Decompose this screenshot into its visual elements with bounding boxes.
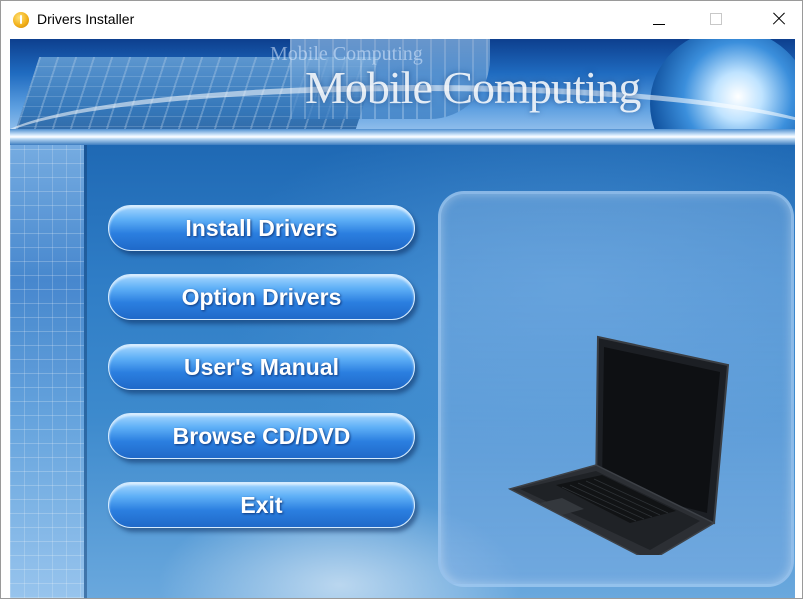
minimize-button[interactable] bbox=[635, 1, 681, 39]
maximize-button[interactable] bbox=[693, 1, 739, 39]
exit-label: Exit bbox=[240, 492, 283, 518]
drivers-installer-window: Drivers Installer Mobile Computing Mobil… bbox=[0, 0, 803, 599]
install-drivers-label: Install Drivers bbox=[185, 215, 338, 241]
users-manual-button[interactable]: User's Manual bbox=[108, 344, 415, 390]
laptop-image bbox=[507, 335, 730, 555]
browse-cd-dvd-button[interactable]: Browse CD/DVD bbox=[108, 413, 415, 459]
option-drivers-label: Option Drivers bbox=[181, 284, 342, 310]
banner-separator bbox=[10, 129, 795, 145]
close-button[interactable] bbox=[755, 1, 801, 39]
install-drivers-button[interactable]: Install Drivers bbox=[108, 205, 415, 251]
banner-logo-text: Mobile Computing bbox=[305, 62, 641, 113]
header-banner: Mobile Computing Mobile Computing bbox=[10, 39, 795, 137]
exit-button[interactable]: Exit bbox=[108, 482, 415, 528]
option-drivers-button[interactable]: Option Drivers bbox=[108, 274, 415, 320]
app-icon bbox=[13, 12, 29, 28]
left-strip-edge bbox=[84, 145, 87, 598]
browse-cd-dvd-label: Browse CD/DVD bbox=[172, 423, 351, 449]
title-bar: Drivers Installer bbox=[1, 1, 802, 39]
main-area: Install Drivers Option Drivers User's Ma… bbox=[10, 145, 795, 598]
window-title: Drivers Installer bbox=[37, 11, 135, 27]
left-decorative-strip bbox=[10, 145, 84, 598]
users-manual-label: User's Manual bbox=[183, 354, 340, 380]
